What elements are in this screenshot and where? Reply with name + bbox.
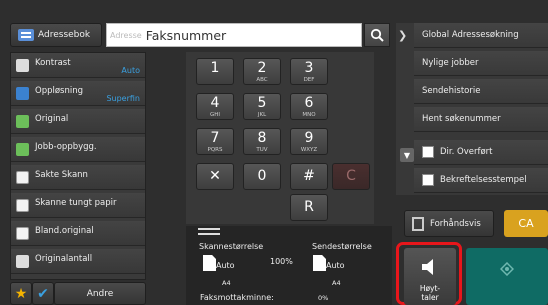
ratio-value: 100%: [270, 257, 293, 266]
mixed-original-button[interactable]: Bland.original: [11, 221, 145, 246]
check-icon: ✔: [37, 285, 49, 302]
key-1[interactable]: 1: [196, 58, 234, 85]
original-icon: [16, 115, 29, 128]
ca-label: CA: [518, 217, 534, 230]
send-history-button[interactable]: Sendehistorie: [414, 79, 548, 104]
global-address-search-button[interactable]: Global Adressesøkning: [414, 23, 548, 48]
fax-number-input[interactable]: Adresse Faksnummer: [106, 23, 362, 47]
resolution-label: Oppløsning: [35, 86, 84, 96]
direct-transmit-checkbox[interactable]: Dir. Overført: [414, 140, 548, 165]
chevron-down-icon: ▼: [403, 150, 411, 160]
right-action-menu: ❯ Global Adressesøkning Nylige jobber Se…: [396, 23, 548, 195]
original-button[interactable]: Original: [11, 109, 145, 134]
star-icon: ★: [14, 285, 28, 302]
key-pause[interactable]: ✕: [196, 163, 234, 190]
key-7[interactable]: 7 PQRS: [196, 128, 234, 155]
numeric-keypad: 1 2 ABC 3 DEF 4 GHI 5 JKL 6 MNO 7 PQRS 8 TUV 9W…: [186, 52, 374, 224]
speaker-label: Høyt- taler: [419, 284, 441, 302]
scan-paper-size: A4: [222, 279, 231, 287]
fax-receive-memory-value: 0%: [318, 294, 329, 302]
bottom-left-bar: ★ ✔ Andre: [10, 282, 146, 305]
contrast-value: Auto: [121, 66, 140, 75]
original-count-label: Originalantall: [35, 254, 93, 264]
original-label: Original: [35, 114, 69, 124]
heavy-paper-icon: [16, 199, 29, 212]
speaker-button[interactable]: Høyt- taler: [404, 248, 456, 305]
scroll-down-button[interactable]: ▼: [400, 148, 414, 162]
expand-arrow-icon[interactable]: ❯: [398, 29, 412, 43]
slow-scan-icon: [16, 171, 29, 184]
search-button[interactable]: [364, 23, 390, 47]
send-paper-icon: [313, 255, 326, 271]
address-book-label: Adressebok: [38, 30, 91, 40]
search-icon: [370, 28, 384, 42]
send-size-label: Sendestørrelse: [312, 242, 372, 251]
key-3[interactable]: 3 DEF: [290, 58, 328, 85]
resolution-value: Superfin: [106, 94, 140, 103]
key-6[interactable]: 6 MNO: [290, 93, 328, 120]
preview-label: Forhåndsvis: [430, 218, 481, 229]
job-build-button[interactable]: Jobb-oppbygg.: [11, 137, 145, 162]
favorites-button[interactable]: ★: [10, 282, 32, 305]
preview-button[interactable]: Forhåndsvis: [404, 210, 494, 237]
mixed-original-icon: [16, 227, 29, 240]
send-mode-value: Auto: [326, 261, 345, 270]
left-settings-panel: Kontrast Auto Oppløsning Superfin Origin…: [10, 52, 146, 280]
contrast-button[interactable]: Kontrast Auto: [11, 53, 145, 78]
job-build-label: Jobb-oppbygg.: [35, 142, 97, 152]
slow-scan-button[interactable]: Sakte Skann: [11, 165, 145, 190]
heavy-paper-label: Skanne tungt papir: [35, 198, 117, 208]
key-0[interactable]: 0: [243, 163, 281, 190]
original-count-button[interactable]: Originalantall: [11, 249, 145, 274]
other-button[interactable]: Andre: [54, 282, 146, 305]
key-redial[interactable]: R: [290, 194, 328, 221]
original-count-icon: [16, 255, 29, 268]
check-button[interactable]: ✔: [32, 282, 54, 305]
fax-number-label: Faksnummer: [145, 27, 227, 43]
scan-paper-icon: [203, 255, 216, 271]
resolution-icon: [16, 87, 29, 100]
clear-all-button[interactable]: CA: [504, 210, 548, 237]
speaker-icon: [422, 259, 433, 275]
confirmation-stamp-checkbox[interactable]: Bekreftelsesstempel: [414, 168, 548, 193]
send-paper-size: A4: [332, 279, 341, 287]
job-build-icon: [16, 143, 29, 156]
mixed-original-label: Bland.original: [35, 226, 94, 236]
contrast-label: Kontrast: [35, 58, 71, 68]
confirmation-stamp-check[interactable]: [422, 174, 434, 186]
address-placeholder: Adresse: [110, 30, 142, 40]
address-book-icon: [18, 29, 34, 41]
key-hash[interactable]: #: [290, 163, 328, 190]
settings-bar-icon: [198, 228, 220, 235]
fax-screen: Adressebok Adresse Faksnummer Kontrast A…: [0, 0, 548, 305]
direct-transmit-check[interactable]: [422, 146, 434, 158]
heavy-paper-button[interactable]: Skanne tungt papir: [11, 193, 145, 218]
scan-mode-value: Auto: [216, 261, 235, 270]
recent-jobs-button[interactable]: Nylige jobber: [414, 51, 548, 76]
key-9[interactable]: 9 WXYZ: [290, 128, 328, 155]
key-clear[interactable]: C: [332, 163, 370, 190]
contrast-icon: [16, 59, 29, 72]
start-button[interactable]: [466, 248, 548, 305]
other-label: Andre: [86, 288, 114, 299]
slow-scan-label: Sakte Skann: [35, 170, 88, 180]
key-2[interactable]: 2 ABC: [243, 58, 281, 85]
scan-size-label: Skannestørrelse: [199, 242, 264, 251]
size-settings-panel[interactable]: Skannestørrelse Sendestørrelse 100% Auto…: [186, 226, 392, 305]
resolution-button[interactable]: Oppløsning Superfin: [11, 81, 145, 106]
start-diamond-icon: [500, 262, 514, 276]
key-8[interactable]: 8 TUV: [243, 128, 281, 155]
preview-icon: [412, 216, 424, 231]
key-4[interactable]: 4 GHI: [196, 93, 234, 120]
address-book-button[interactable]: Adressebok: [10, 23, 102, 47]
fax-receive-memory-label: Faksmottakminne:: [200, 293, 274, 302]
key-5[interactable]: 5 JKL: [243, 93, 281, 120]
pause-icon: ✕: [209, 168, 221, 184]
fetch-search-number-button[interactable]: Hent søkenummer: [414, 107, 548, 132]
